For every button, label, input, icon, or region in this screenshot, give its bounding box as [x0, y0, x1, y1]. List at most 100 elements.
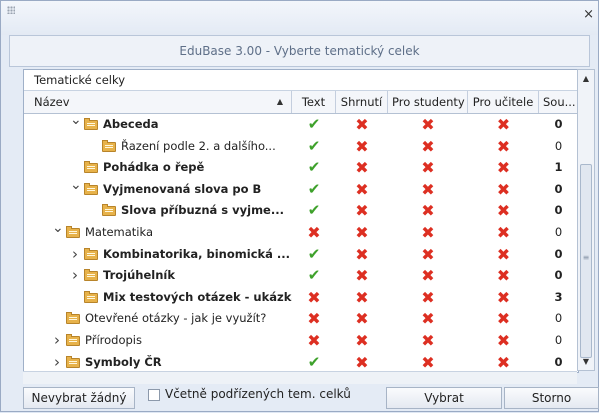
topic-name-cell[interactable]: › Kombinatorika, binomická ...: [24, 244, 292, 266]
group-panel-label: Tematické celky: [24, 70, 578, 91]
folder-icon: [66, 225, 80, 238]
cross-icon: ✖: [355, 352, 369, 372]
column-header-name[interactable]: Název ▲: [24, 91, 292, 113]
table-row[interactable]: ⌄ Matematika ✖ ✖ ✖ ✖ 0: [24, 222, 578, 244]
table-row[interactable]: ⌄ Vyjmenovaná slova po B ✔ ✖ ✖ ✖ 0: [24, 179, 578, 201]
table-row[interactable]: Mix testových otázek - ukázka... ✖ ✖ ✖ ✖ 3: [24, 287, 578, 309]
cross-icon: ✖: [355, 201, 369, 221]
topic-name-label: Mix testových otázek - ukázka...: [103, 289, 292, 304]
table-row[interactable]: › Symboly ČR ✔ ✖ ✖ ✖ 0: [24, 352, 578, 372]
table-row[interactable]: › Přírodopis ✖ ✖ ✖ ✖ 0: [24, 330, 578, 352]
vertical-scrollbar[interactable]: ▲ ≡ ▼: [577, 69, 595, 371]
folder-icon: [84, 182, 98, 195]
column-header-soubory[interactable]: Sou...: [539, 91, 578, 113]
topic-name-cell[interactable]: Pohádka o řepě: [24, 157, 292, 179]
cross-icon: ✖: [421, 309, 435, 329]
cross-icon: ✖: [421, 352, 435, 372]
chevron-right-icon[interactable]: ›: [70, 244, 80, 266]
title-bar: ×: [1, 1, 598, 35]
close-button[interactable]: ×: [583, 7, 594, 22]
check-icon: ✔: [307, 244, 321, 263]
include-subtopics-checkbox[interactable]: [148, 389, 160, 401]
check-icon: ✔: [307, 179, 321, 198]
file-count: 0: [554, 181, 563, 196]
topic-name-cell[interactable]: Slova příbuzná s vyjme...: [24, 200, 292, 222]
cross-icon: ✖: [496, 266, 511, 286]
dialog-window: × EduBase 3.00 - Vyberte tematický celek…: [0, 0, 599, 412]
cross-icon: ✖: [496, 287, 511, 307]
column-header-shrnuti[interactable]: Shrnutí: [336, 91, 388, 113]
topic-name-cell[interactable]: ⌄ Vyjmenovaná slova po B: [24, 179, 292, 201]
cross-icon: ✖: [496, 179, 511, 199]
cross-icon: ✖: [496, 158, 511, 178]
cross-icon: ✖: [496, 309, 511, 329]
table-row[interactable]: ⌄ Abeceda ✔ ✖ ✖ ✖ 0: [24, 114, 578, 136]
topic-name-cell[interactable]: ⌄ Abeceda: [24, 114, 292, 136]
topic-name-label: Přírodopis: [85, 332, 142, 347]
chevron-down-icon[interactable]: ⌄: [52, 222, 64, 240]
scrollbar-thumb[interactable]: ≡: [580, 164, 592, 358]
include-subtopics-label: Včetně podřízených tem. celků: [165, 387, 351, 401]
cross-icon: ✖: [421, 179, 435, 199]
topic-name-label: Slova příbuzná s vyjme...: [121, 203, 284, 218]
topic-name-cell[interactable]: ⌄ Matematika: [24, 222, 292, 244]
check-icon: ✔: [307, 158, 321, 177]
folder-icon: [84, 269, 98, 282]
table-row[interactable]: Pohádka o řepě ✔ ✖ ✖ ✖ 1: [24, 157, 578, 179]
file-count: 0: [554, 117, 563, 131]
cross-icon: ✖: [355, 158, 369, 178]
cross-icon: ✖: [355, 309, 369, 329]
cross-icon: ✖: [421, 330, 435, 350]
topic-name-cell[interactable]: Mix testových otázek - ukázka...: [24, 287, 292, 309]
cross-icon: ✖: [355, 115, 369, 134]
scroll-down-arrow-icon[interactable]: ▼: [578, 357, 594, 366]
window-grip-icon[interactable]: [7, 6, 15, 14]
chevron-down-icon[interactable]: ⌄: [70, 114, 82, 132]
table-row[interactable]: Slova příbuzná s vyjme... ✔ ✖ ✖ ✖ 0: [24, 200, 578, 222]
folder-icon: [66, 312, 80, 325]
folder-icon: [84, 161, 98, 174]
table-row[interactable]: › Kombinatorika, binomická ... ✔ ✖ ✖ ✖ 0: [24, 244, 578, 266]
chevron-right-icon[interactable]: ›: [70, 265, 80, 287]
check-icon: ✔: [307, 352, 321, 371]
select-button[interactable]: Vybrat: [386, 387, 502, 409]
table-row[interactable]: Otevřené otázky - jak je využít? ✖ ✖ ✖ ✖ 0: [24, 308, 578, 330]
cross-icon: ✖: [307, 222, 321, 242]
topic-name-cell[interactable]: Řazení podle 2. a dalšího...: [24, 136, 292, 158]
topic-name-label: Otevřené otázky - jak je využít?: [85, 311, 267, 326]
file-count: 1: [554, 160, 563, 175]
cross-icon: ✖: [355, 179, 369, 199]
chevron-right-icon[interactable]: ›: [52, 352, 62, 372]
topic-name-cell[interactable]: › Symboly ČR: [24, 352, 292, 372]
cancel-button[interactable]: Storno: [504, 387, 599, 409]
topic-name-cell[interactable]: › Přírodopis: [24, 330, 292, 352]
table-row[interactable]: Řazení podle 2. a dalšího... ✔ ✖ ✖ ✖ 0: [24, 136, 578, 158]
chevron-right-icon[interactable]: ›: [52, 330, 62, 352]
cross-icon: ✖: [496, 244, 511, 264]
topic-name-cell[interactable]: Otevřené otázky - jak je využít?: [24, 308, 292, 330]
table-row[interactable]: › Trojúhelník ✔ ✖ ✖ ✖ 0: [24, 265, 578, 287]
file-count: 0: [554, 311, 563, 326]
cross-icon: ✖: [307, 309, 321, 329]
column-header-name-label: Název: [34, 95, 70, 109]
topic-name-label: Trojúhelník: [103, 268, 175, 283]
cross-icon: ✖: [496, 201, 511, 221]
folder-icon: [84, 290, 98, 303]
cross-icon: ✖: [496, 136, 511, 156]
check-icon: ✔: [307, 201, 321, 220]
file-count: 0: [554, 354, 563, 369]
deselect-all-button[interactable]: Nevybrat žádný: [23, 387, 135, 409]
topic-name-label: Řazení podle 2. a dalšího...: [121, 138, 276, 153]
cross-icon: ✖: [496, 330, 511, 350]
topic-name-label: Pohádka o řepě: [103, 160, 205, 175]
column-header-pro-ucitele[interactable]: Pro učitele: [468, 91, 539, 113]
topic-name-label: Kombinatorika, binomická ...: [103, 246, 291, 261]
grid-rows: ⌄ Abeceda ✔ ✖ ✖ ✖ 0 Řazení podle 2. a dalšího..…: [24, 114, 578, 372]
column-header-text[interactable]: Text: [292, 91, 336, 113]
scroll-up-arrow-icon[interactable]: ▲: [578, 74, 594, 83]
chevron-down-icon[interactable]: ⌄: [70, 179, 82, 197]
column-header-pro-studenty[interactable]: Pro studenty: [388, 91, 468, 113]
topic-name-cell[interactable]: › Trojúhelník: [24, 265, 292, 287]
horizontal-scrollbar[interactable]: [23, 371, 577, 384]
file-count: 0: [554, 224, 563, 239]
